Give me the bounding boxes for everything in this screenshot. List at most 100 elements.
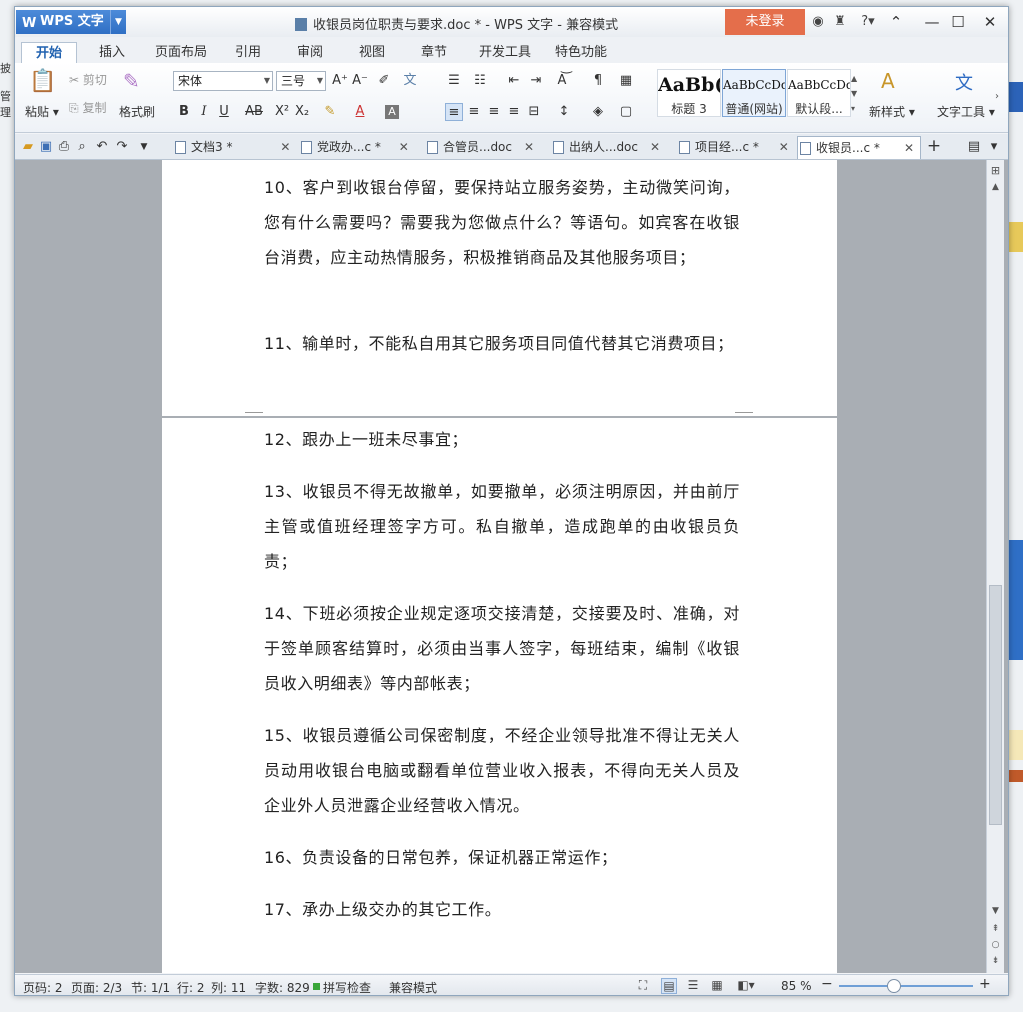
close-tab-icon[interactable]: ✕ bbox=[650, 136, 660, 159]
table-icon[interactable]: ▦ bbox=[617, 72, 635, 90]
doc-tab[interactable]: 项目经...c * ✕ bbox=[677, 136, 789, 159]
align-right-icon[interactable]: ≡ bbox=[485, 103, 503, 121]
vertical-scrollbar[interactable]: ⊞ ▲ ▼ ⇞ ○ ⇟ bbox=[986, 160, 1004, 973]
subscript-icon[interactable]: X₂ bbox=[293, 103, 311, 121]
bullet-list-icon[interactable]: ☰ bbox=[445, 72, 463, 90]
new-style-button[interactable]: 新样式 ▾ bbox=[869, 103, 915, 120]
change-case-icon[interactable]: A͝ bbox=[553, 72, 571, 90]
maximize-button[interactable]: ☐ bbox=[945, 12, 971, 32]
format-painter-button[interactable]: 格式刷 bbox=[119, 103, 155, 120]
styles-scroll[interactable]: ▲ ▼ ▾ bbox=[851, 71, 857, 116]
copy-button[interactable]: ⎘ 复制 bbox=[69, 99, 106, 116]
help-icon[interactable]: ?▾ bbox=[857, 14, 879, 29]
paragraph[interactable]: 10、客户到收银台停留，要保持站立服务姿势，主动微笑问询，您有什么需要吗？需要我… bbox=[264, 170, 740, 275]
line-spacing-icon[interactable]: ↕ bbox=[555, 103, 573, 121]
fullscreen-view-icon[interactable]: ⛶ bbox=[635, 978, 651, 994]
tab-view[interactable]: 视图 bbox=[345, 42, 399, 63]
quick-access-dropdown-icon[interactable]: ▼ bbox=[135, 138, 153, 156]
document-workspace[interactable]: 10、客户到收银台停留，要保持站立服务姿势，主动微笑问询，您有什么需要吗？需要我… bbox=[15, 160, 1008, 973]
style-heading3[interactable]: AaBb( 标题 3 bbox=[657, 69, 721, 117]
paragraph[interactable]: 13、收银员不得无故撤单，如要撤单，必须注明原因，并由前厅主管或值班经理签字方可… bbox=[264, 474, 740, 579]
minimize-button[interactable]: — bbox=[919, 12, 945, 32]
number-list-icon[interactable]: ☷ bbox=[471, 72, 489, 90]
scroll-thumb[interactable] bbox=[989, 585, 1002, 825]
close-tab-icon[interactable]: ✕ bbox=[779, 136, 789, 159]
brush-icon[interactable]: ✎ bbox=[123, 69, 140, 93]
italic-icon[interactable]: I bbox=[195, 103, 213, 121]
tab-chapter[interactable]: 章节 bbox=[407, 42, 461, 63]
paragraph[interactable]: 11、输单时，不能私自用其它服务项目同值代替其它消费项目； bbox=[264, 326, 740, 361]
close-button[interactable]: ✕ bbox=[977, 12, 1003, 32]
paragraph[interactable]: 12、跟办上一班未尽事宜； bbox=[264, 422, 740, 457]
tab-insert[interactable]: 插入 bbox=[85, 42, 139, 63]
paragraph[interactable]: 15、收银员遵循公司保密制度，不经企业领导批准不得让无关人员动用收银台电脑或翻看… bbox=[264, 718, 740, 823]
split-view-icon[interactable]: ⊞ bbox=[989, 164, 1002, 177]
grow-font-icon[interactable]: A⁺ bbox=[331, 72, 349, 90]
superscript-icon[interactable]: X² bbox=[273, 103, 291, 121]
tab-developer[interactable]: 开发工具 bbox=[465, 42, 545, 63]
tab-references[interactable]: 引用 bbox=[221, 42, 275, 63]
shrink-font-icon[interactable]: A⁻ bbox=[351, 72, 369, 90]
zoom-slider-track[interactable] bbox=[839, 985, 973, 987]
shading-icon[interactable]: ◈ bbox=[589, 103, 607, 121]
decrease-indent-icon[interactable]: ⇤ bbox=[505, 72, 523, 90]
doc-tab[interactable]: 出纳人...doc ✕ bbox=[551, 136, 660, 159]
zoom-slider-knob[interactable] bbox=[887, 979, 901, 993]
page-1[interactable]: 10、客户到收银台停留，要保持站立服务姿势，主动微笑问询，您有什么需要吗？需要我… bbox=[162, 160, 837, 416]
style-normal-web[interactable]: AaBbCcDd 普通(网站) bbox=[722, 69, 786, 117]
font-size-select[interactable]: 三号 ▼ bbox=[276, 71, 326, 91]
tab-special[interactable]: 特色功能 bbox=[541, 42, 621, 63]
cut-button[interactable]: ✂ 剪切 bbox=[69, 71, 107, 88]
shirt-icon[interactable]: ♜ bbox=[832, 14, 848, 29]
zoom-level[interactable]: 85 % bbox=[781, 979, 812, 993]
paste-button[interactable]: 粘贴 ▾ bbox=[25, 103, 59, 120]
zoom-in-button[interactable]: + bbox=[979, 976, 991, 992]
login-button[interactable]: 未登录 bbox=[725, 9, 805, 35]
paragraph[interactable]: 17、承办上级交办的其它工作。 bbox=[264, 892, 740, 927]
page-2[interactable]: 12、跟办上一班未尽事宜； 13、收银员不得无故撤单，如要撤单，必须注明原因，并… bbox=[162, 418, 837, 973]
spell-check-button[interactable]: 拼写检查 bbox=[323, 979, 371, 995]
tab-review[interactable]: 审阅 bbox=[283, 42, 337, 63]
highlight-icon[interactable]: ✎ bbox=[321, 103, 339, 121]
close-tab-icon[interactable]: ✕ bbox=[904, 137, 914, 160]
clear-format-icon[interactable]: ✐ bbox=[375, 72, 393, 90]
word-count[interactable]: 字数: 829 bbox=[255, 979, 310, 995]
strikethrough-icon[interactable]: AB bbox=[241, 103, 267, 121]
scroll-down-arrow[interactable]: ▼ bbox=[989, 906, 1002, 916]
scroll-up-arrow[interactable]: ▲ bbox=[989, 182, 1002, 192]
undo-icon[interactable]: ↶ bbox=[93, 138, 111, 156]
browse-object-icon[interactable]: ○ bbox=[989, 940, 1002, 950]
font-name-select[interactable]: 宋体 ▼ bbox=[173, 71, 273, 91]
new-style-icon[interactable]: A bbox=[881, 69, 895, 93]
print-icon[interactable]: ⎙ bbox=[55, 138, 73, 156]
paragraph-mark-icon[interactable]: ¶ bbox=[589, 72, 607, 90]
font-color-icon[interactable]: A bbox=[351, 103, 369, 121]
tab-page-layout[interactable]: 页面布局 bbox=[141, 42, 221, 63]
style-default-paragraph[interactable]: AaBbCcDd 默认段... bbox=[787, 69, 851, 117]
chevron-down-icon[interactable]: ▼ bbox=[110, 10, 126, 34]
outline-view-icon[interactable]: ☰ bbox=[685, 978, 701, 994]
page-view-icon[interactable]: ▤ bbox=[661, 978, 677, 994]
char-shading-icon[interactable]: A bbox=[385, 105, 399, 119]
bold-icon[interactable]: B bbox=[175, 103, 193, 121]
increase-indent-icon[interactable]: ⇥ bbox=[527, 72, 545, 90]
open-folder-icon[interactable]: ▰ bbox=[19, 138, 37, 156]
align-center-icon[interactable]: ≡ bbox=[465, 103, 483, 121]
text-tools-button[interactable]: 文字工具 ▾ bbox=[937, 103, 995, 120]
doc-tab[interactable]: 党政办...c * ✕ bbox=[299, 136, 409, 159]
redo-icon[interactable]: ↷ bbox=[113, 138, 131, 156]
ribbon-more-icon[interactable]: › bbox=[995, 91, 999, 102]
reading-mode-icon[interactable]: ◧▾ bbox=[733, 978, 759, 994]
tab-menu-icon[interactable]: ▾ bbox=[985, 138, 1003, 156]
print-preview-icon[interactable]: ⌕ bbox=[73, 138, 91, 156]
save-icon[interactable]: ▣ bbox=[37, 138, 55, 156]
close-tab-icon[interactable]: ✕ bbox=[524, 136, 534, 159]
tab-list-icon[interactable]: ▤ bbox=[965, 138, 983, 156]
borders-icon[interactable]: ▢ bbox=[617, 103, 635, 121]
prev-page-icon[interactable]: ⇞ bbox=[989, 924, 1002, 934]
paste-icon[interactable]: 📋 bbox=[29, 69, 56, 94]
phonetic-icon[interactable]: 文 bbox=[401, 72, 419, 90]
skin-icon[interactable]: ◉ bbox=[810, 14, 826, 29]
doc-tab[interactable]: 合管员...doc ✕ bbox=[425, 136, 534, 159]
next-page-icon[interactable]: ⇟ bbox=[989, 956, 1002, 966]
